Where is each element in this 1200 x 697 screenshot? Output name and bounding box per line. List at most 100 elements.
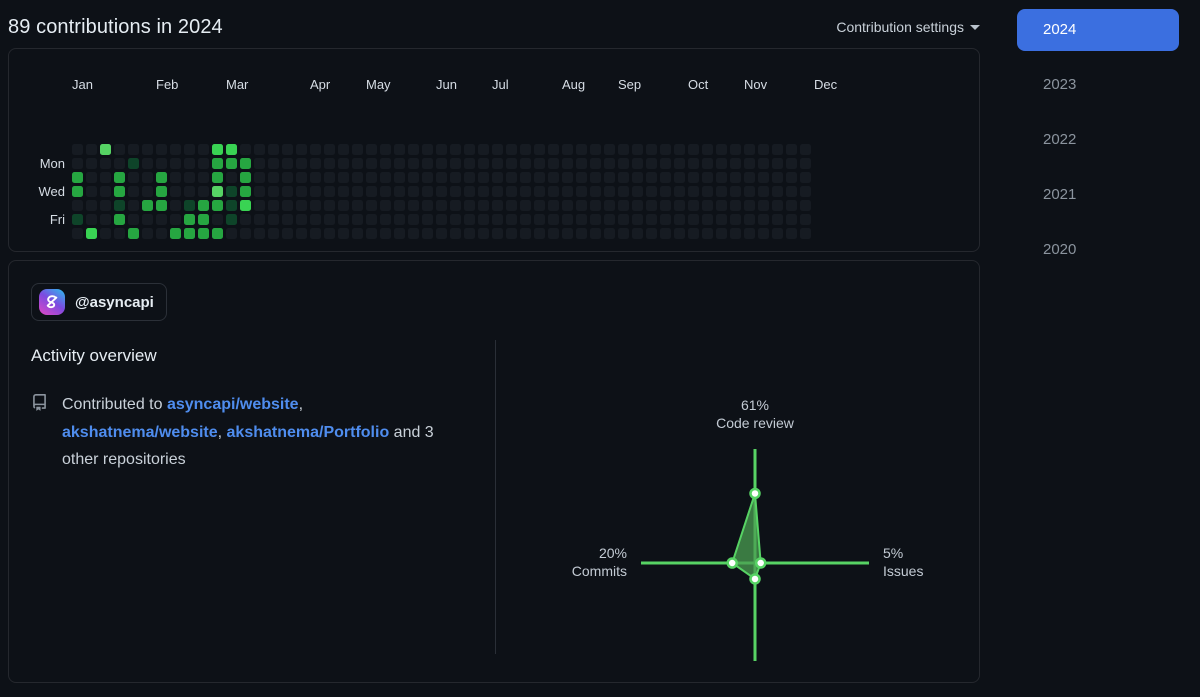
heatmap-cell[interactable] <box>660 228 671 239</box>
heatmap-cell[interactable] <box>142 144 153 155</box>
heatmap-cell[interactable] <box>702 172 713 183</box>
heatmap-cell[interactable] <box>156 172 167 183</box>
heatmap-cell[interactable] <box>450 228 461 239</box>
heatmap-cell[interactable] <box>800 200 811 211</box>
heatmap-cell[interactable] <box>772 214 783 225</box>
heatmap-cell[interactable] <box>128 214 139 225</box>
heatmap-cell[interactable] <box>730 214 741 225</box>
heatmap-cell[interactable] <box>240 172 251 183</box>
heatmap-cell[interactable] <box>422 144 433 155</box>
heatmap-cell[interactable] <box>506 186 517 197</box>
heatmap-cell[interactable] <box>184 200 195 211</box>
heatmap-cell[interactable] <box>618 228 629 239</box>
heatmap-cell[interactable] <box>562 172 573 183</box>
heatmap-cell[interactable] <box>674 200 685 211</box>
heatmap-cell[interactable] <box>86 200 97 211</box>
heatmap-cell[interactable] <box>548 172 559 183</box>
heatmap-cell[interactable] <box>240 158 251 169</box>
heatmap-cell[interactable] <box>254 172 265 183</box>
heatmap-cell[interactable] <box>450 186 461 197</box>
heatmap-cell[interactable] <box>324 172 335 183</box>
heatmap-cell[interactable] <box>786 228 797 239</box>
heatmap-cell[interactable] <box>492 200 503 211</box>
heatmap-cell[interactable] <box>506 144 517 155</box>
heatmap-cell[interactable] <box>534 214 545 225</box>
heatmap-cell[interactable] <box>394 144 405 155</box>
heatmap-cell[interactable] <box>226 158 237 169</box>
heatmap-cell[interactable] <box>478 186 489 197</box>
heatmap-cell[interactable] <box>338 158 349 169</box>
heatmap-cell[interactable] <box>786 186 797 197</box>
heatmap-cell[interactable] <box>534 200 545 211</box>
heatmap-cell[interactable] <box>590 200 601 211</box>
heatmap-cell[interactable] <box>268 144 279 155</box>
heatmap-cell[interactable] <box>604 186 615 197</box>
heatmap-cell[interactable] <box>324 214 335 225</box>
heatmap-cell[interactable] <box>380 228 391 239</box>
heatmap-cell[interactable] <box>478 200 489 211</box>
heatmap-cell[interactable] <box>226 144 237 155</box>
heatmap-cell[interactable] <box>296 228 307 239</box>
heatmap-cell[interactable] <box>338 172 349 183</box>
heatmap-cell[interactable] <box>576 214 587 225</box>
heatmap-cell[interactable] <box>716 228 727 239</box>
heatmap-cell[interactable] <box>114 228 125 239</box>
heatmap-cell[interactable] <box>338 200 349 211</box>
heatmap-cell[interactable] <box>170 228 181 239</box>
heatmap-cell[interactable] <box>478 144 489 155</box>
heatmap-cell[interactable] <box>310 144 321 155</box>
heatmap-cell[interactable] <box>702 186 713 197</box>
heatmap-cell[interactable] <box>142 172 153 183</box>
heatmap-cell[interactable] <box>114 200 125 211</box>
heatmap-cell[interactable] <box>436 228 447 239</box>
heatmap-cell[interactable] <box>352 172 363 183</box>
heatmap-cell[interactable] <box>478 158 489 169</box>
heatmap-cell[interactable] <box>576 158 587 169</box>
heatmap-cell[interactable] <box>576 228 587 239</box>
heatmap-cell[interactable] <box>212 200 223 211</box>
heatmap-cell[interactable] <box>128 172 139 183</box>
heatmap-cell[interactable] <box>646 158 657 169</box>
heatmap-cell[interactable] <box>590 214 601 225</box>
heatmap-cell[interactable] <box>674 158 685 169</box>
heatmap-cell[interactable] <box>310 186 321 197</box>
year-item-2022[interactable]: 2022 <box>1017 119 1179 161</box>
heatmap-cell[interactable] <box>548 158 559 169</box>
heatmap-cell[interactable] <box>604 228 615 239</box>
heatmap-cell[interactable] <box>632 214 643 225</box>
heatmap-cell[interactable] <box>352 214 363 225</box>
heatmap-cell[interactable] <box>198 200 209 211</box>
year-item-2020[interactable]: 2020 <box>1017 229 1179 271</box>
heatmap-cell[interactable] <box>226 172 237 183</box>
heatmap-cell[interactable] <box>296 200 307 211</box>
organization-badge[interactable]: @asyncapi <box>31 283 167 321</box>
heatmap-cell[interactable] <box>114 158 125 169</box>
heatmap-cell[interactable] <box>240 214 251 225</box>
heatmap-cell[interactable] <box>730 172 741 183</box>
heatmap-cell[interactable] <box>366 214 377 225</box>
heatmap-cell[interactable] <box>772 228 783 239</box>
heatmap-cell[interactable] <box>464 186 475 197</box>
heatmap-cell[interactable] <box>72 214 83 225</box>
heatmap-cell[interactable] <box>86 186 97 197</box>
heatmap-cell[interactable] <box>604 200 615 211</box>
heatmap-cell[interactable] <box>296 158 307 169</box>
heatmap-cell[interactable] <box>660 214 671 225</box>
heatmap-cell[interactable] <box>618 144 629 155</box>
heatmap-cell[interactable] <box>100 158 111 169</box>
heatmap-cell[interactable] <box>758 228 769 239</box>
heatmap-cell[interactable] <box>240 228 251 239</box>
heatmap-cell[interactable] <box>464 158 475 169</box>
heatmap-cell[interactable] <box>338 144 349 155</box>
heatmap-cell[interactable] <box>604 172 615 183</box>
heatmap-cell[interactable] <box>618 172 629 183</box>
heatmap-cell[interactable] <box>86 158 97 169</box>
repo-link-1[interactable]: akshatnema/website <box>62 424 218 441</box>
heatmap-cell[interactable] <box>352 228 363 239</box>
heatmap-cell[interactable] <box>86 214 97 225</box>
heatmap-cell[interactable] <box>478 228 489 239</box>
heatmap-cell[interactable] <box>716 172 727 183</box>
heatmap-cell[interactable] <box>100 214 111 225</box>
heatmap-cell[interactable] <box>338 214 349 225</box>
heatmap-cell[interactable] <box>464 214 475 225</box>
